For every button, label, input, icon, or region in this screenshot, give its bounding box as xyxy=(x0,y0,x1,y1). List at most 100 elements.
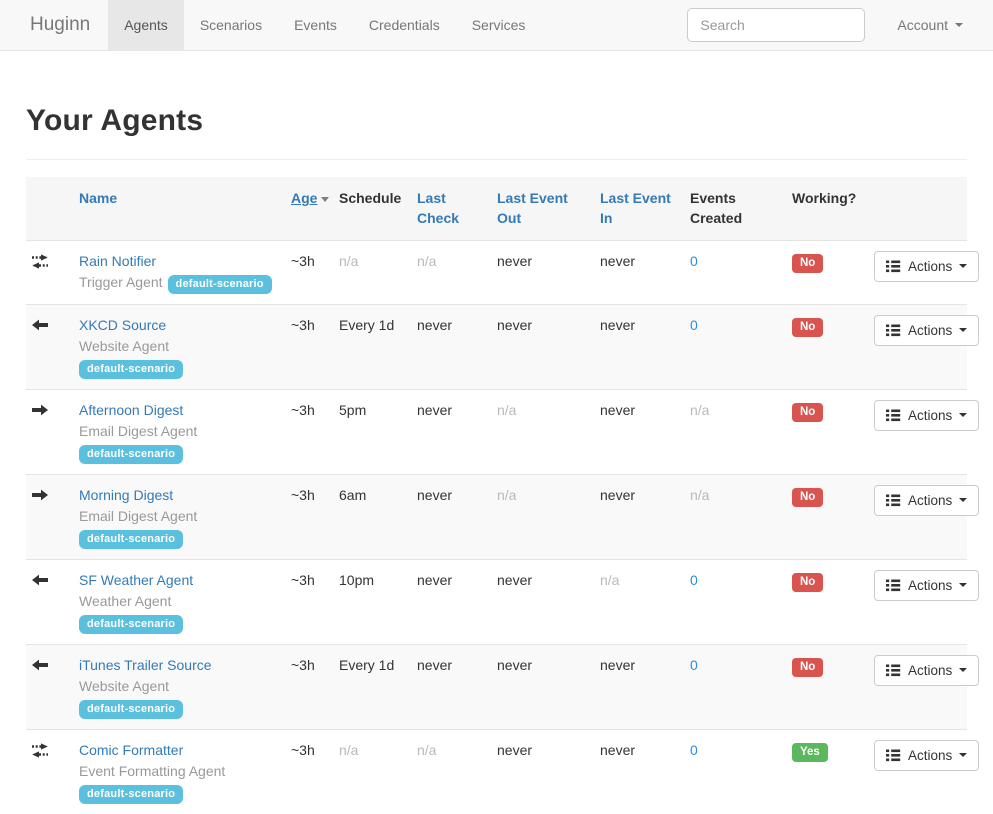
working-badge: No xyxy=(792,318,823,338)
column-header-actions xyxy=(872,177,967,240)
actions-button[interactable]: Actions xyxy=(874,400,979,431)
actions-button[interactable]: Actions xyxy=(874,655,979,686)
agent-name-link[interactable]: Afternoon Digest xyxy=(79,402,183,418)
last-check-cell: never xyxy=(409,389,489,474)
events-created-link: n/a xyxy=(690,487,709,503)
agent-type-label: Email Digest Agent xyxy=(79,508,197,524)
nav-item-scenarios[interactable]: Scenarios xyxy=(184,0,278,50)
last-event-out-cell: n/a xyxy=(489,389,592,474)
table-row: Morning Digest Email Digest Agent default… xyxy=(26,474,967,559)
last-check-cell: n/a xyxy=(409,729,489,814)
actions-button[interactable]: Actions xyxy=(874,570,979,601)
agent-name-link[interactable]: XKCD Source xyxy=(79,317,166,333)
arrow-left-icon xyxy=(31,658,63,673)
agent-name-link[interactable]: iTunes Trailer Source xyxy=(79,657,212,673)
table-header-row: Name Age Schedule Last Check Last Event … xyxy=(26,177,967,240)
agent-type-label: Email Digest Agent xyxy=(79,423,197,439)
events-created-link[interactable]: 0 xyxy=(690,253,698,269)
age-cell: ~3h xyxy=(283,644,331,729)
age-cell: ~3h xyxy=(283,559,331,644)
exchange-arrows-icon xyxy=(31,743,63,758)
page-title: Your Agents xyxy=(26,104,967,138)
schedule-cell: n/a xyxy=(331,240,409,304)
schedule-cell: n/a xyxy=(331,729,409,814)
schedule-cell: 6am xyxy=(331,474,409,559)
scenario-badge[interactable]: default-scenario xyxy=(79,785,183,804)
list-icon xyxy=(886,749,901,762)
nav-item-services[interactable]: Services xyxy=(456,0,542,50)
actions-button[interactable]: Actions xyxy=(874,740,979,771)
actions-button[interactable]: Actions xyxy=(874,315,979,346)
scenario-badge[interactable]: default-scenario xyxy=(79,445,183,464)
arrow-right-icon xyxy=(31,488,63,503)
agent-type-label: Website Agent xyxy=(79,678,169,694)
column-header-last-check[interactable]: Last Check xyxy=(409,177,489,240)
age-cell: ~3h xyxy=(283,389,331,474)
list-icon xyxy=(886,579,901,592)
top-navbar: Huginn Agents Scenarios Events Credentia… xyxy=(0,0,993,51)
arrow-left-icon xyxy=(31,318,63,333)
last-event-in-cell: never xyxy=(592,474,682,559)
column-header-schedule: Schedule xyxy=(331,177,409,240)
agent-name-link[interactable]: Comic Formatter xyxy=(79,742,183,758)
column-header-last-event-out[interactable]: Last Event Out xyxy=(489,177,592,240)
arrow-right-icon xyxy=(31,403,63,418)
working-badge: No xyxy=(792,573,823,593)
nav-item-agents[interactable]: Agents xyxy=(108,0,184,50)
events-created-link[interactable]: 0 xyxy=(690,317,698,333)
scenario-badge[interactable]: default-scenario xyxy=(79,360,183,379)
column-header-name[interactable]: Name xyxy=(71,177,283,240)
events-created-link[interactable]: 0 xyxy=(690,572,698,588)
chevron-down-icon xyxy=(959,668,967,672)
column-header-last-event-in[interactable]: Last Event In xyxy=(592,177,682,240)
actions-button[interactable]: Actions xyxy=(874,485,979,516)
column-header-events-created: Events Created xyxy=(682,177,784,240)
schedule-cell: 10pm xyxy=(331,559,409,644)
nav-item-credentials[interactable]: Credentials xyxy=(353,0,456,50)
brand-link[interactable]: Huginn xyxy=(0,0,108,50)
table-row: Afternoon Digest Email Digest Agent defau… xyxy=(26,389,967,474)
events-created-link[interactable]: 0 xyxy=(690,657,698,673)
scenario-badge[interactable]: default-scenario xyxy=(79,530,183,549)
working-badge: No xyxy=(792,658,823,678)
chevron-down-icon xyxy=(955,23,963,27)
exchange-arrows-icon xyxy=(31,254,63,269)
table-row: iTunes Trailer Source Website Agent defau… xyxy=(26,644,967,729)
scenario-badge[interactable]: default-scenario xyxy=(79,615,183,634)
table-row: SF Weather Agent Weather Agentdefault-sc… xyxy=(26,559,967,644)
last-check-cell: n/a xyxy=(409,240,489,304)
schedule-cell: Every 1d xyxy=(331,644,409,729)
chevron-down-icon xyxy=(959,413,967,417)
table-row: Comic Formatter Event Formatting Agentde… xyxy=(26,729,967,814)
agent-name-link[interactable]: Rain Notifier xyxy=(79,253,156,269)
chevron-down-icon xyxy=(959,264,967,268)
column-header-age[interactable]: Age xyxy=(283,177,331,240)
search-input[interactable] xyxy=(687,8,865,42)
scenario-badge[interactable]: default-scenario xyxy=(168,275,272,294)
last-check-cell: never xyxy=(409,644,489,729)
actions-button[interactable]: Actions xyxy=(874,251,979,282)
scenario-badge[interactable]: default-scenario xyxy=(79,700,183,719)
sort-desc-icon xyxy=(321,197,329,202)
last-event-in-cell: never xyxy=(592,389,682,474)
account-menu[interactable]: Account xyxy=(897,17,963,33)
last-event-out-cell: never xyxy=(489,559,592,644)
last-event-out-cell: never xyxy=(489,644,592,729)
agent-name-link[interactable]: Morning Digest xyxy=(79,487,173,503)
agent-name-link[interactable]: SF Weather Agent xyxy=(79,572,193,588)
last-event-in-cell: never xyxy=(592,644,682,729)
list-icon xyxy=(886,260,901,273)
age-cell: ~3h xyxy=(283,729,331,814)
events-created-link: n/a xyxy=(690,402,709,418)
last-event-out-cell: n/a xyxy=(489,474,592,559)
last-event-in-cell: never xyxy=(592,729,682,814)
age-cell: ~3h xyxy=(283,474,331,559)
nav-item-events[interactable]: Events xyxy=(278,0,353,50)
account-label: Account xyxy=(897,17,948,33)
working-badge: No xyxy=(792,403,823,423)
events-created-link[interactable]: 0 xyxy=(690,742,698,758)
list-icon xyxy=(886,324,901,337)
schedule-cell: 5pm xyxy=(331,389,409,474)
last-check-cell: never xyxy=(409,474,489,559)
age-cell: ~3h xyxy=(283,240,331,304)
